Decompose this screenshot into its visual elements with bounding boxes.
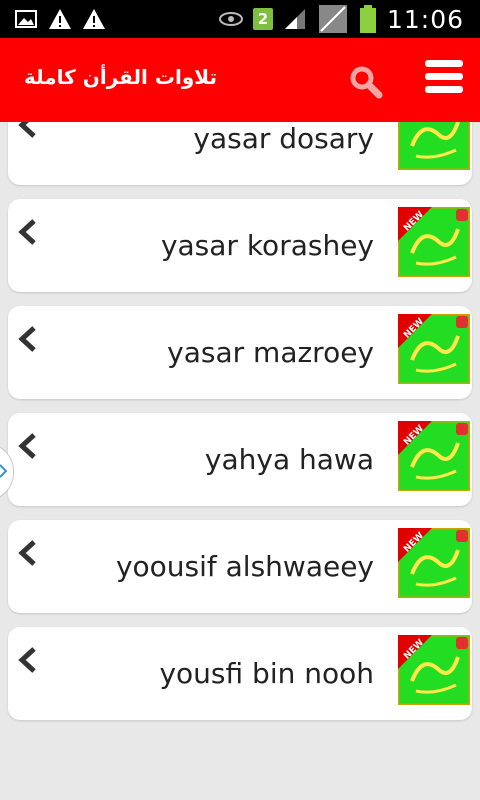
list-item-label: yasar mazroey (167, 336, 374, 369)
quran-thumbnail-icon: NEW (398, 528, 470, 598)
app-title: تلاوات القرأن كاملة (24, 65, 217, 89)
chevron-left-icon (18, 433, 36, 459)
list-item-label: yasar dosary (193, 122, 374, 155)
eye-icon (218, 12, 243, 26)
chevron-left-icon (18, 540, 36, 566)
list-item[interactable]: yasar korashey NEW (8, 199, 472, 292)
search-icon[interactable] (348, 64, 384, 100)
warning-icon (49, 9, 71, 29)
battery-icon (359, 5, 376, 33)
app-bar: تلاوات القرأن كاملة (0, 38, 480, 122)
chevron-left-icon (18, 219, 36, 245)
reciter-list: yasar dosary yasar korashey NEW yasar ma… (0, 122, 480, 800)
quran-thumbnail-icon: NEW (398, 421, 470, 491)
chevron-left-icon (18, 326, 36, 352)
quran-thumbnail-icon: NEW (398, 207, 470, 277)
list-item[interactable]: yasar dosary (8, 122, 472, 185)
list-item-label: yasar korashey (160, 229, 374, 262)
chevron-left-icon (18, 647, 36, 673)
hamburger-menu-icon[interactable] (425, 60, 463, 100)
quran-thumbnail-icon: NEW (398, 635, 470, 705)
quran-thumbnail-icon (398, 122, 470, 170)
list-item-label: yousfi bin nooh (159, 657, 374, 690)
chevron-right-icon (0, 464, 7, 478)
list-item[interactable]: yasar mazroey NEW (8, 306, 472, 399)
image-notification-icon (15, 10, 37, 28)
list-item[interactable]: yoousif alshwaeey NEW (8, 520, 472, 613)
status-bar: 2 11:06 (0, 0, 480, 38)
notification-count-badge: 2 (252, 8, 273, 30)
warning-icon (83, 9, 105, 29)
no-sim-icon (318, 5, 347, 33)
clock: 11:06 (386, 4, 464, 34)
chevron-left-icon (18, 122, 36, 138)
list-item[interactable]: yahya hawa NEW (8, 413, 472, 506)
list-item-label: yahya hawa (204, 443, 374, 476)
signal-strength-icon (284, 9, 305, 29)
quran-thumbnail-icon: NEW (398, 314, 470, 384)
list-item[interactable]: yousfi bin nooh NEW (8, 627, 472, 720)
list-item-label: yoousif alshwaeey (115, 550, 374, 583)
